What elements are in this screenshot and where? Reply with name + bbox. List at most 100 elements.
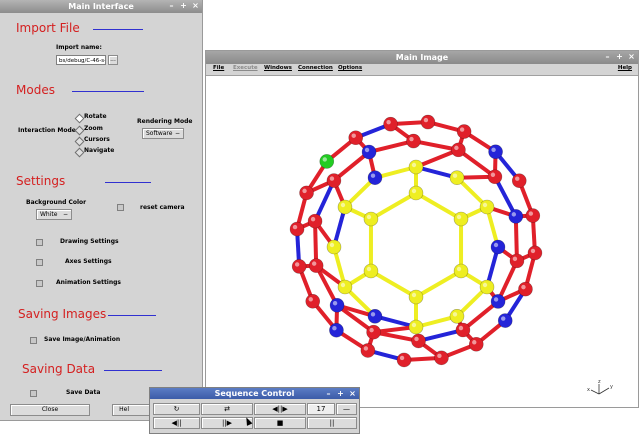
main-image-titlebar[interactable]: Main Image – + × [206,51,638,64]
atom-highlight [308,297,313,302]
maximize-icon[interactable]: + [179,1,188,10]
save-image-label: Save Image/Animation [44,336,121,343]
maximize-icon[interactable]: + [336,389,345,398]
atom [518,281,533,297]
atom [451,142,466,158]
atom-highlight [329,176,335,181]
atom [289,221,305,237]
atom-highlight [310,216,316,222]
main-image-window: Main Image – + × File Execute Windows Co… [205,50,639,408]
rendering-mode-select[interactable]: Software − [142,128,184,139]
settings-underline [105,182,151,183]
background-color-label: Background Color [26,199,87,206]
step-back-button[interactable]: ◀|| [153,417,200,429]
menu-connection[interactable]: Connection [298,65,333,71]
modes-underline [72,91,144,92]
molecule-viewport[interactable]: z y x [206,76,638,408]
atom-highlight [452,312,458,317]
step-forward-icon: ||▶ [221,419,233,427]
minimize-icon[interactable]: – [167,1,176,10]
dropdown-arrow-icon: − [174,130,180,137]
stop-icon: ■ [276,419,284,427]
atom [408,159,424,175]
close-icon[interactable]: × [348,389,357,398]
background-color-select[interactable]: White − [36,209,72,220]
atom-highlight [409,136,414,142]
bond [415,269,463,299]
menu-help[interactable]: Help [618,65,632,71]
svg-text:y: y [610,384,613,390]
atom [363,211,379,227]
atom-highlight [454,145,459,151]
atom [456,124,472,139]
pause-button[interactable]: || [307,417,357,429]
menu-windows[interactable]: Windows [264,65,292,71]
import-name-label: Import name: [56,44,102,51]
atom [411,333,426,349]
atom [408,289,424,305]
rotate-radio[interactable] [74,113,85,124]
minimize-icon[interactable]: – [324,389,333,398]
menu-options[interactable]: Options [338,65,362,71]
import-file-heading: Import File [16,21,80,35]
reset-camera-checkbox[interactable] [117,204,124,211]
atom [326,239,342,255]
frame-counter[interactable]: 17 [307,403,335,415]
close-button[interactable]: Close [10,404,90,416]
atom [434,350,449,366]
main-interface-window: Main Interface – + × Import File Import … [0,0,203,421]
atom [329,322,344,338]
import-name-input[interactable]: bs/debug/C-46-s-4.dx [56,55,106,65]
browse-button[interactable]: ... [108,55,118,65]
close-icon[interactable]: × [627,52,636,61]
atom-highlight [340,202,346,208]
atom [367,308,383,324]
saving-data-underline [104,370,162,371]
loop-button[interactable]: ↻ [153,403,200,415]
atom-highlight [386,119,391,125]
atom [337,279,353,295]
background-color-value: White [40,211,58,218]
atom [363,263,379,279]
atom-highlight [423,117,429,123]
atom-highlight [511,212,517,217]
zoom-radio[interactable] [74,125,85,136]
axes-settings-checkbox[interactable] [36,259,43,266]
step-icon: ◀||▶ [272,405,288,413]
atom-highlight [364,147,370,153]
frame-minus-button[interactable]: — [336,403,357,415]
atom [420,114,436,130]
bond [415,191,463,221]
cursors-radio[interactable] [74,136,85,147]
menu-execute[interactable]: Execute [233,65,258,71]
step-mode-button[interactable]: ◀||▶ [254,403,306,415]
atom-highlight [458,325,464,331]
maximize-icon[interactable]: + [615,52,624,61]
save-data-checkbox[interactable] [30,390,37,397]
minimize-icon[interactable]: – [603,52,612,61]
sequence-control-title: Sequence Control [214,389,295,398]
atom [449,170,465,186]
atom [509,253,525,269]
atom [367,170,383,186]
atom-highlight [411,322,417,328]
atom-highlight [512,256,518,262]
svg-text:z: z [598,379,601,385]
menu-file[interactable]: File [213,65,224,71]
drawing-settings-checkbox[interactable] [36,239,43,246]
main-interface-titlebar[interactable]: Main Interface – + × [0,0,202,13]
palindrome-button[interactable]: ⇄ [201,403,253,415]
sequence-control-titlebar[interactable]: Sequence Control – + × [150,388,359,399]
save-data-label: Save Data [66,389,101,396]
atom-highlight [482,202,488,208]
atom-highlight [528,211,534,216]
close-icon[interactable]: × [191,1,200,10]
atom-highlight [472,340,477,345]
navigate-radio[interactable] [74,147,85,158]
stop-button[interactable]: ■ [254,417,306,429]
atom [396,352,412,368]
cursors-option-label: Cursors [84,136,110,143]
modes-heading: Modes [16,83,55,97]
save-image-checkbox[interactable] [30,337,37,344]
animation-settings-checkbox[interactable] [36,280,43,287]
